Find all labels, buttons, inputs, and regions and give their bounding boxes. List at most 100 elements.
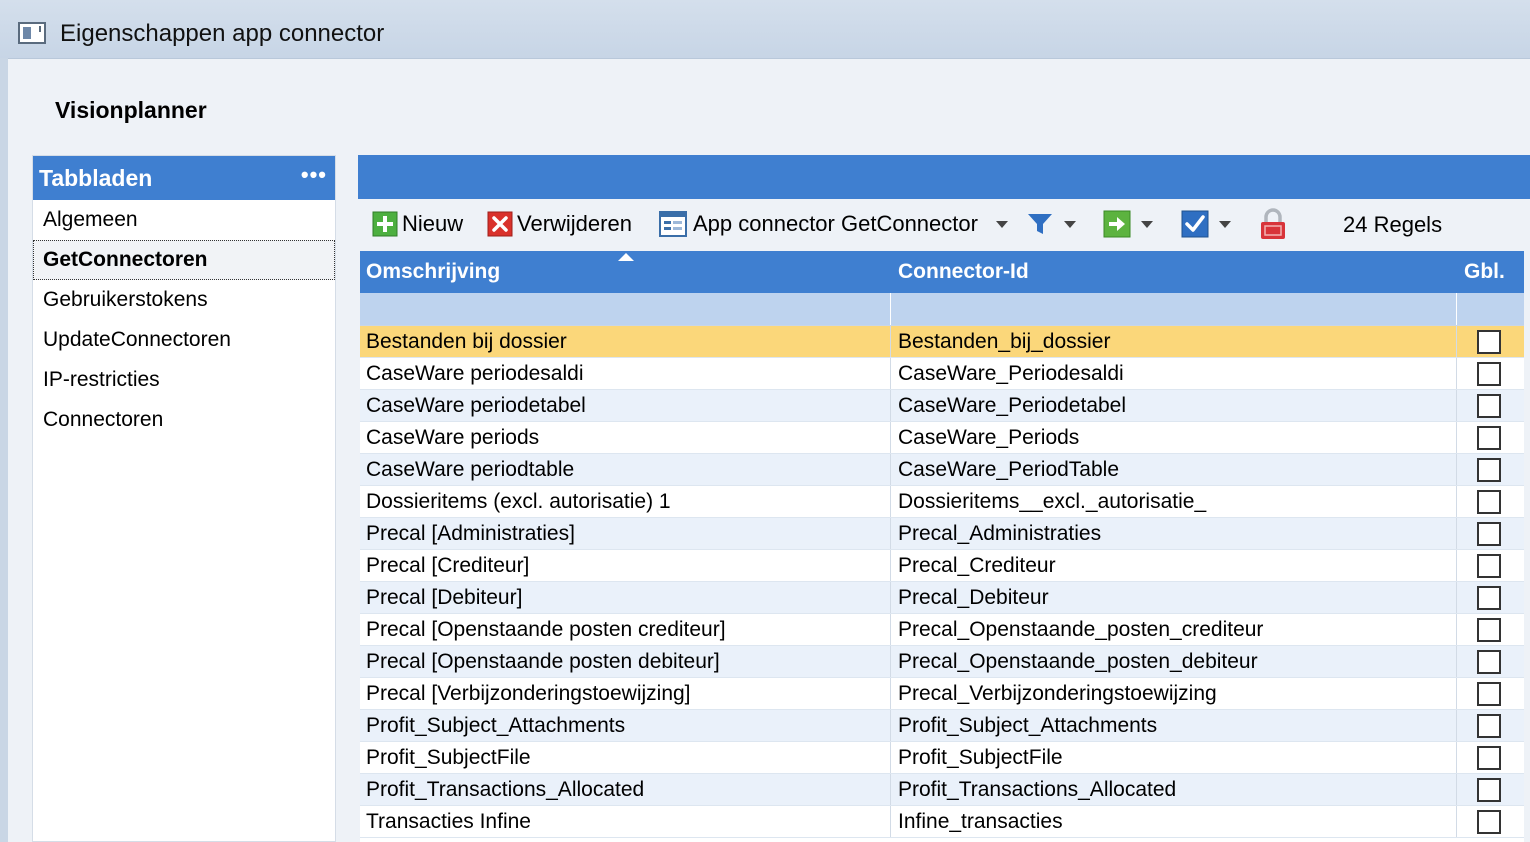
- checkmark-icon: [1181, 210, 1209, 238]
- column-divider: [890, 518, 891, 549]
- table-row[interactable]: Bestanden bij dossier Bestanden_bij_dossi…: [360, 326, 1524, 358]
- cell-omschrijving: Precal [Debiteur]: [366, 586, 523, 609]
- column-divider: [890, 293, 891, 325]
- column-divider: [890, 422, 891, 453]
- table-row[interactable]: CaseWare periodetabel CaseWare_Periodetab…: [360, 390, 1524, 422]
- cell-omschrijving: Precal [Openstaande posten crediteur]: [366, 618, 726, 641]
- lock-button[interactable]: [1258, 208, 1288, 239]
- tabs-panel-header: Tabbladen •••: [33, 156, 335, 200]
- table-row[interactable]: Profit_Subject_Attachments Profit_Subject…: [360, 710, 1524, 742]
- table-row[interactable]: Precal [Openstaande posten debiteur] Prec…: [360, 646, 1524, 678]
- cell-omschrijving: Transacties Infine: [366, 810, 531, 833]
- table-row[interactable]: Profit_SubjectFile Profit_SubjectFile: [360, 742, 1524, 774]
- column-header-omschrijving[interactable]: Omschrijving: [366, 260, 500, 284]
- column-divider: [1456, 486, 1457, 517]
- column-divider: [890, 742, 891, 773]
- add-icon: [372, 211, 398, 237]
- sidebar-item-updateconnectoren[interactable]: UpdateConnectoren: [33, 320, 335, 360]
- export-button[interactable]: [1103, 209, 1153, 239]
- column-divider: [890, 678, 891, 709]
- tabs-panel-title: Tabbladen: [39, 165, 153, 191]
- cell-connector-id: Precal_Openstaande_posten_debiteur: [898, 650, 1258, 673]
- gbl-checkbox[interactable]: [1477, 746, 1501, 770]
- column-divider: [1456, 550, 1457, 581]
- column-divider: [1456, 390, 1457, 421]
- filter-row[interactable]: [360, 293, 1524, 326]
- gbl-checkbox[interactable]: [1477, 394, 1501, 418]
- column-divider: [1456, 742, 1457, 773]
- table-row[interactable]: Precal [Openstaande posten crediteur] Pre…: [360, 614, 1524, 646]
- column-divider: [1456, 454, 1457, 485]
- delete-button-label: Verwijderen: [517, 211, 632, 236]
- gbl-checkbox[interactable]: [1477, 522, 1501, 546]
- table-row[interactable]: Precal [Administraties] Precal_Administra…: [360, 518, 1524, 550]
- sidebar-item-connectoren[interactable]: Connectoren: [33, 400, 335, 440]
- column-header-connector-id[interactable]: Connector-Id: [898, 260, 1029, 284]
- cell-omschrijving: Bestanden bij dossier: [366, 330, 567, 353]
- sidebar-item-ip-restricties[interactable]: IP-restricties: [33, 360, 335, 400]
- table-row[interactable]: Transacties Infine Infine_transacties: [360, 806, 1524, 838]
- chevron-down-icon: [1141, 220, 1153, 228]
- cell-connector-id: Infine_transacties: [898, 810, 1063, 833]
- gbl-checkbox[interactable]: [1477, 362, 1501, 386]
- gbl-checkbox[interactable]: [1477, 458, 1501, 482]
- tabs-panel: Tabbladen ••• Algemeen GetConnectoren Ge…: [32, 155, 336, 842]
- select-button[interactable]: [1181, 209, 1231, 239]
- sidebar-item-getconnectoren[interactable]: GetConnectoren: [33, 240, 335, 280]
- table-row[interactable]: Profit_Transactions_Allocated Profit_Tran…: [360, 774, 1524, 806]
- table-row[interactable]: CaseWare periodtable CaseWare_PeriodTable: [360, 454, 1524, 486]
- cell-connector-id: CaseWare_Periods: [898, 426, 1080, 449]
- page-title: Visionplanner: [55, 97, 207, 123]
- column-header-gbl[interactable]: Gbl.: [1464, 260, 1505, 284]
- sidebar-item-algemeen[interactable]: Algemeen: [33, 200, 335, 240]
- column-divider: [1456, 774, 1457, 805]
- gbl-checkbox[interactable]: [1477, 586, 1501, 610]
- column-divider: [1456, 518, 1457, 549]
- more-options-icon[interactable]: •••: [301, 162, 327, 188]
- gbl-checkbox[interactable]: [1477, 810, 1501, 834]
- cell-connector-id: Profit_SubjectFile: [898, 746, 1063, 769]
- delete-button[interactable]: Verwijderen: [487, 209, 632, 239]
- table-row[interactable]: Precal [Debiteur] Precal_Debiteur: [360, 582, 1524, 614]
- cell-connector-id: Profit_Transactions_Allocated: [898, 778, 1177, 801]
- filter-button[interactable]: [1026, 209, 1076, 239]
- filter-icon: [1028, 214, 1052, 234]
- cell-connector-id: CaseWare_Periodetabel: [898, 394, 1127, 417]
- column-divider: [890, 614, 891, 645]
- gbl-checkbox[interactable]: [1477, 618, 1501, 642]
- column-divider: [890, 550, 891, 581]
- cell-connector-id: Precal_Administraties: [898, 522, 1102, 545]
- table-row[interactable]: Precal [Crediteur] Precal_Crediteur: [360, 550, 1524, 582]
- column-divider: [890, 390, 891, 421]
- gbl-checkbox[interactable]: [1477, 490, 1501, 514]
- gbl-checkbox[interactable]: [1477, 650, 1501, 674]
- sidebar-item-gebruikerstokens[interactable]: Gebruikerstokens: [33, 280, 335, 320]
- new-button[interactable]: Nieuw: [372, 209, 463, 239]
- gbl-checkbox[interactable]: [1477, 426, 1501, 450]
- gbl-checkbox[interactable]: [1477, 714, 1501, 738]
- table-body: Bestanden bij dossier Bestanden_bij_dossi…: [360, 326, 1524, 838]
- table-row[interactable]: CaseWare periods CaseWare_Periods: [360, 422, 1524, 454]
- cell-connector-id: Precal_Verbijzonderingstoewijzing: [898, 682, 1217, 705]
- cell-omschrijving: Profit_SubjectFile: [366, 746, 531, 769]
- column-divider: [890, 326, 891, 357]
- cell-connector-id: Precal_Debiteur: [898, 586, 1049, 609]
- cell-connector-id: Profit_Subject_Attachments: [898, 714, 1158, 737]
- app-connector-dropdown[interactable]: App connector GetConnector: [659, 209, 1008, 239]
- column-divider: [890, 454, 891, 485]
- cell-connector-id: Dossieritems__excl._autorisatie_: [898, 490, 1207, 513]
- table-row[interactable]: Dossieritems (excl. autorisatie) 1 Dossie…: [360, 486, 1524, 518]
- window-title-bar: Eigenschappen app connector: [0, 0, 1530, 59]
- gbl-checkbox[interactable]: [1477, 778, 1501, 802]
- cell-omschrijving: Profit_Subject_Attachments: [366, 714, 626, 737]
- column-divider: [890, 806, 891, 837]
- column-divider: [1456, 582, 1457, 613]
- window-frame: [0, 58, 8, 842]
- table-row[interactable]: Precal [Verbijzonderingstoewijzing] Preca…: [360, 678, 1524, 710]
- gbl-checkbox[interactable]: [1477, 330, 1501, 354]
- window-title: Eigenschappen app connector: [60, 20, 385, 47]
- gbl-checkbox[interactable]: [1477, 554, 1501, 578]
- table-row[interactable]: CaseWare periodesaldi CaseWare_Periodesal…: [360, 358, 1524, 390]
- gbl-checkbox[interactable]: [1477, 682, 1501, 706]
- connectors-table: Omschrijving Connector-Id Gbl. Bestanden…: [360, 251, 1524, 842]
